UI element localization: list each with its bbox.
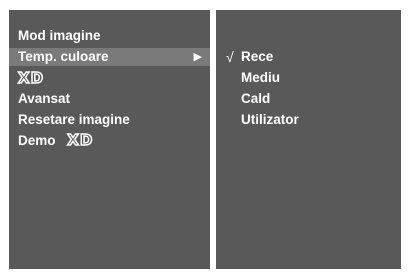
menu-item-label: Mod imagine bbox=[18, 28, 101, 43]
menu-item-label: Temp. culoare bbox=[18, 49, 109, 64]
menu-item-xd[interactable]: XD bbox=[9, 69, 210, 89]
submenu-item-label: Mediu bbox=[241, 70, 280, 85]
menu-item-mod-imagine[interactable]: Mod imagine bbox=[9, 27, 210, 45]
main-menu-panel: Mod imagine Temp. culoare ▶ XD Avansat R… bbox=[9, 10, 210, 269]
arrow-right-icon: ▶ bbox=[193, 51, 202, 63]
menu-item-label: Demo bbox=[18, 133, 56, 148]
osd-menu-frame: Mod imagine Temp. culoare ▶ XD Avansat R… bbox=[0, 0, 410, 277]
xd-logo-icon: XD bbox=[67, 131, 94, 151]
menu-item-demo-xd[interactable]: Demo XD bbox=[9, 131, 210, 151]
submenu-item-label: Rece bbox=[241, 49, 274, 64]
submenu-item-mediu[interactable]: Mediu bbox=[216, 69, 401, 87]
menu-item-label: Resetare imagine bbox=[18, 112, 130, 127]
menu-item-avansat[interactable]: Avansat bbox=[9, 90, 210, 108]
menu-item-label: Avansat bbox=[18, 91, 71, 106]
xd-logo-icon: XD bbox=[17, 69, 45, 89]
submenu-panel: √ Rece Mediu Cald Utilizator bbox=[216, 10, 401, 269]
menu-item-resetare-imagine[interactable]: Resetare imagine bbox=[9, 111, 210, 129]
submenu-item-cald[interactable]: Cald bbox=[216, 90, 401, 108]
submenu-item-rece[interactable]: √ Rece bbox=[216, 48, 401, 66]
submenu-item-label: Utilizator bbox=[241, 112, 299, 127]
submenu-item-label: Cald bbox=[241, 91, 271, 106]
check-icon: √ bbox=[226, 49, 234, 65]
menu-item-temp-culoare[interactable]: Temp. culoare ▶ bbox=[9, 48, 210, 66]
submenu-item-utilizator[interactable]: Utilizator bbox=[216, 111, 401, 129]
